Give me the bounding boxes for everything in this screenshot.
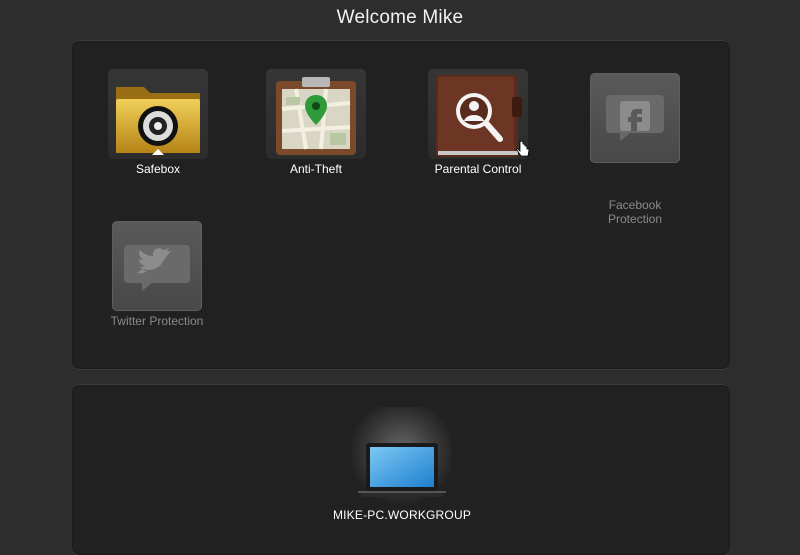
safebox-icon-frame — [108, 69, 208, 159]
parental-control-tile[interactable]: Parental Control — [428, 69, 528, 189]
device-tile-mike-pc[interactable]: MIKE-PC.WORKGROUP — [333, 407, 471, 522]
parental-book-icon — [436, 75, 522, 157]
apps-panel: Safebox Anti-Theft Parental Control Face… — [72, 40, 730, 369]
facebook-icon-frame — [590, 73, 680, 163]
page-title: Welcome Mike — [336, 7, 464, 28]
safebox-label: Safebox — [135, 162, 181, 176]
devices-panel: MIKE-PC.WORKGROUP — [72, 384, 730, 555]
twitter-icon — [124, 245, 190, 291]
pointer-cursor-icon — [516, 140, 530, 164]
twitter-icon-frame — [112, 221, 202, 311]
anti-theft-icon-frame — [266, 69, 366, 159]
facebook-protection-label: Facebook Protection — [607, 198, 663, 226]
folder-lock-icon — [116, 87, 200, 155]
parental-control-label: Parental Control — [434, 162, 522, 176]
device-label: MIKE-PC.WORKGROUP — [332, 508, 472, 522]
anti-theft-tile[interactable]: Anti-Theft — [266, 69, 366, 189]
anti-theft-label: Anti-Theft — [289, 162, 343, 176]
map-clipboard-icon — [276, 77, 356, 155]
parental-control-icon-frame — [428, 69, 528, 159]
twitter-protection-tile[interactable]: Twitter Protection — [111, 221, 203, 331]
laptop-icon — [358, 443, 446, 497]
facebook-protection-tile[interactable]: Facebook Protection — [590, 73, 680, 226]
safebox-tile[interactable]: Safebox — [108, 69, 208, 189]
facebook-icon — [606, 95, 664, 141]
twitter-protection-label: Twitter Protection — [110, 314, 204, 328]
